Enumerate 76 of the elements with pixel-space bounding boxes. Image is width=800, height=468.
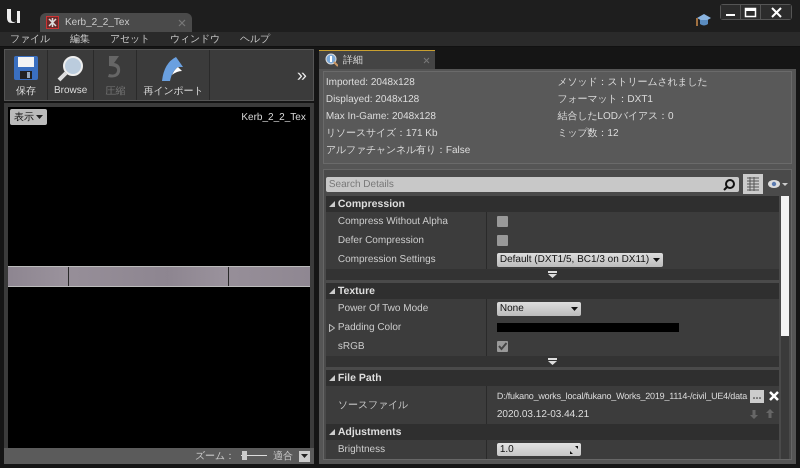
checkbox[interactable] <box>496 216 508 227</box>
caret-icon <box>36 115 43 119</box>
info-text: Imported: 2048x128 <box>326 76 416 90</box>
checkbox[interactable] <box>496 235 508 246</box>
zoom-mode: 適合 <box>272 450 293 463</box>
maximize-button[interactable] <box>741 5 761 19</box>
info-text: アルファチャンネル有り：False <box>326 144 472 158</box>
info-text: メソッド：ストリームされました <box>557 76 708 90</box>
grid-icon <box>745 176 761 192</box>
graduation-cap-icon[interactable] <box>695 12 712 27</box>
property-label: Compress Without Alpha <box>338 216 448 227</box>
checkbox[interactable] <box>496 341 508 352</box>
category-header[interactable]: Texture <box>326 283 779 299</box>
property-label: sRGB <box>338 341 365 352</box>
info-text: 結合したLODバイアス：0 <box>557 110 675 124</box>
document-tab[interactable]: Kerb_2_2_Tex <box>40 13 192 32</box>
overflow-button[interactable]: » <box>290 50 313 100</box>
magnifier-icon <box>324 53 338 67</box>
menu-item[interactable]: ウィンドウ <box>170 32 220 46</box>
scrollbar[interactable] <box>781 196 789 459</box>
info-text: リソースサイズ：171 Kb <box>326 127 439 141</box>
toolbar-button[interactable]: Browse <box>48 50 94 100</box>
menu-item[interactable]: アセット <box>110 32 150 46</box>
clear-icon[interactable] <box>769 391 779 401</box>
search-field[interactable]: Search Details <box>326 176 739 192</box>
texture-icon <box>46 16 59 29</box>
slider-thumb[interactable] <box>242 451 248 460</box>
dropdown[interactable]: Default (DXT1/5, BC1/3 on DX11) <box>496 252 664 266</box>
caret-icon <box>570 306 578 310</box>
property-label: Padding Color <box>338 322 402 333</box>
details-tab[interactable]: 詳細 <box>318 50 435 69</box>
property-label: Compression Settings <box>338 254 436 265</box>
zoom-label: ズーム： <box>194 450 235 463</box>
browse-button[interactable] <box>750 390 764 402</box>
dropdown[interactable]: None <box>496 302 581 316</box>
advanced-toggle[interactable] <box>326 269 779 280</box>
menu-item[interactable]: ヘルプ <box>240 32 270 46</box>
info-text: ミップ数：12 <box>557 126 620 141</box>
resize-arrows-icon <box>570 446 578 454</box>
zoom-mode-dropdown[interactable] <box>298 450 310 462</box>
expander-triangle-icon[interactable] <box>328 324 335 332</box>
toolbar-button[interactable]: 再インポート <box>137 50 210 100</box>
search-icon <box>723 178 735 190</box>
minimize-button[interactable] <box>721 5 741 19</box>
property-label: Defer Compression <box>338 235 424 246</box>
magnifier-icon <box>56 54 86 84</box>
info-text: フォーマット：DXT1 <box>557 93 654 107</box>
view-dropdown[interactable]: 表示 <box>10 109 47 125</box>
category-header[interactable]: File Path <box>326 370 779 386</box>
color-swatch[interactable] <box>496 323 679 332</box>
caret-icon <box>653 258 660 262</box>
menu-item[interactable]: ファイル <box>10 32 50 46</box>
property-label: ソースファイル <box>338 399 408 412</box>
number-field[interactable]: 1.0 <box>496 443 581 456</box>
file-path: D:/fukano_works_local/fukano_Works_2019_1114-/civil_UE4/data <box>496 391 747 401</box>
eye-icon[interactable] <box>767 178 789 190</box>
checkmark-icon <box>496 341 508 351</box>
expand-arrow-icon <box>548 358 557 365</box>
expand-arrow-icon <box>548 271 557 278</box>
property-label: Brightness <box>338 444 386 455</box>
category-header[interactable]: Adjustments <box>326 424 779 440</box>
advanced-toggle[interactable] <box>326 356 779 367</box>
caret-icon <box>300 454 308 458</box>
view-options-button[interactable] <box>743 174 763 194</box>
close-icon <box>770 6 782 18</box>
minimize-icon <box>726 14 735 16</box>
property-label: Power Of Two Mode <box>338 303 428 314</box>
toolbar-button[interactable]: 保存 <box>5 50 48 100</box>
menu-item[interactable]: 編集 <box>70 32 90 46</box>
info-text: Displayed: 2048x128 <box>326 93 420 107</box>
maximize-icon <box>744 6 757 18</box>
timestamp: 2020.03.12-03.44.21 <box>496 408 590 420</box>
info-text: Max In-Game: 2048x128 <box>326 110 437 124</box>
asset-name: Kerb_2_2_Tex <box>241 112 306 122</box>
category-header[interactable]: Compression <box>326 196 779 212</box>
close-button[interactable] <box>761 5 791 19</box>
